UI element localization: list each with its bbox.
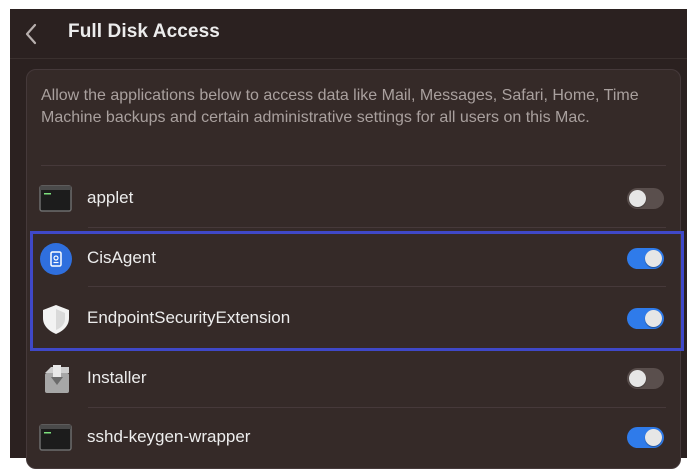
toggle-switch[interactable]: [627, 308, 664, 329]
toggle-switch[interactable]: [627, 427, 664, 448]
chevron-left-icon: [25, 23, 37, 45]
toggle-switch[interactable]: [627, 368, 664, 389]
app-name: applet: [87, 188, 134, 207]
app-row-cisagent[interactable]: CisAgent: [30, 229, 673, 287]
divider: [41, 165, 666, 166]
description-text: Allow the applications below to access d…: [41, 87, 639, 126]
app-row-sshd-keygen-wrapper[interactable]: sshd-keygen-wrapper: [30, 408, 673, 466]
toggle-knob: [645, 310, 662, 327]
toggle-knob: [645, 250, 662, 267]
toggle-switch[interactable]: [627, 248, 664, 269]
toggle-knob: [645, 429, 662, 446]
app-row-endpointsecurityextension[interactable]: EndpointSecurityExtension: [30, 289, 673, 347]
toggle-knob: [629, 190, 646, 207]
back-button[interactable]: [20, 21, 44, 47]
app-row-installer[interactable]: Installer: [30, 349, 673, 407]
app-row-applet[interactable]: applet: [30, 169, 673, 227]
cisagent-icon: [39, 243, 73, 275]
installer-icon: [39, 363, 73, 395]
app-name: sshd-keygen-wrapper: [87, 427, 251, 446]
app-name: Installer: [87, 368, 147, 387]
terminal-icon: [39, 183, 73, 215]
app-name: EndpointSecurityExtension: [87, 308, 291, 327]
shield-icon: [39, 303, 73, 335]
header: Full Disk Access: [10, 9, 687, 59]
divider: [88, 227, 666, 228]
toggle-switch[interactable]: [627, 188, 664, 209]
terminal-icon: [39, 422, 73, 454]
toggle-knob: [629, 370, 646, 387]
page-title: Full Disk Access: [68, 21, 220, 42]
app-name: CisAgent: [87, 248, 156, 267]
